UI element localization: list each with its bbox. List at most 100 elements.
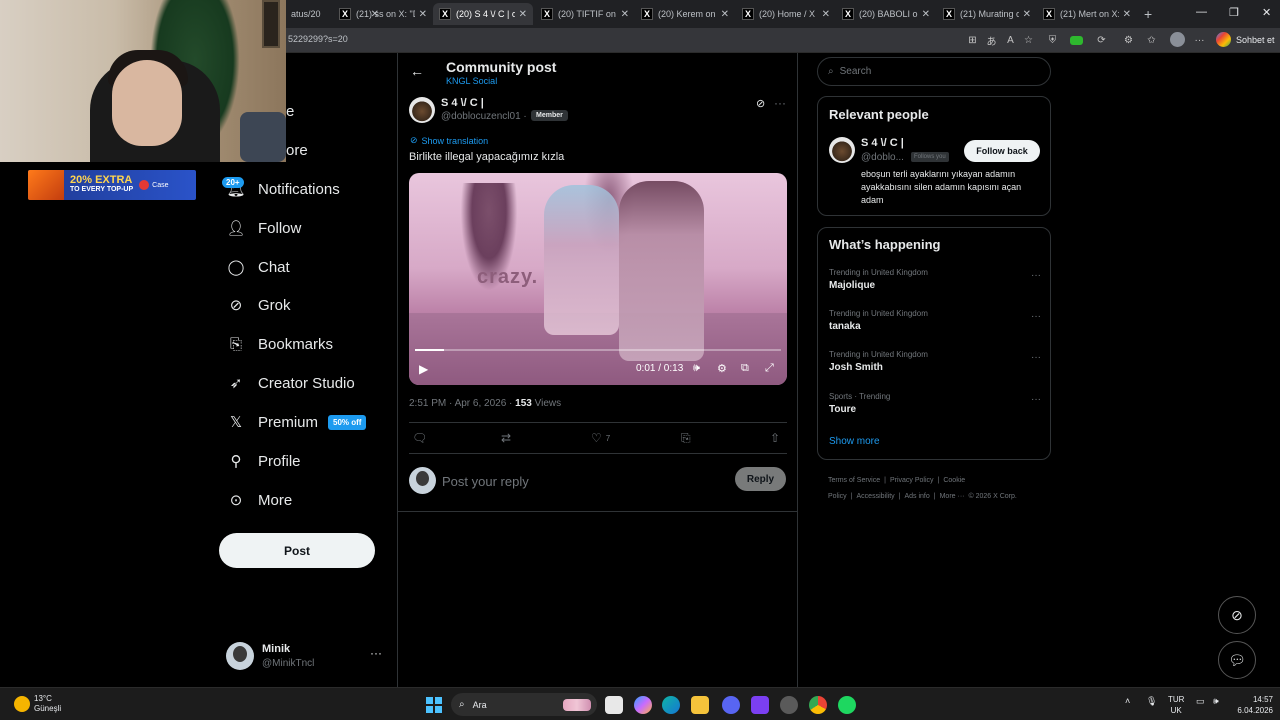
copilot-app-icon[interactable] [634,696,652,714]
media-app-icon[interactable] [751,696,769,714]
repost-icon[interactable]: ⇄ [501,431,511,445]
minimize-button[interactable]: — [1196,6,1207,18]
tab-close-icon[interactable]: ✕ [1023,9,1031,20]
tray-chevron-icon[interactable]: ˄ [1125,696,1130,706]
tab-close-icon[interactable]: ✕ [621,9,629,20]
share-icon[interactable]: ⇧ [770,431,780,445]
follow-back-button[interactable]: Follow back [964,140,1040,162]
footer-link[interactable]: Privacy Policy [890,477,934,484]
reply-icon[interactable]: 🗨 [412,431,427,445]
like-button[interactable]: ♡ 7 [591,431,610,445]
video-progress-bar[interactable] [415,349,781,351]
browser-menu-icon[interactable]: ··· [1193,34,1206,47]
taskbar-search[interactable]: ⌕ Ara [451,693,597,716]
trend-item[interactable]: Trending in United Kingdom tanaka ··· [829,309,1041,339]
tab-close-icon[interactable]: ✕ [1123,9,1131,20]
favorites-icon[interactable]: ✩ [1145,34,1158,47]
author-handle[interactable]: @doblocuzencl01 · [441,111,527,122]
account-switcher[interactable]: Minik @MinikTncl ··· [226,642,386,672]
community-link[interactable]: KNGL Social [446,76,497,86]
browser-tab[interactable]: X (20) S 4 \/ C | on X ✕ [433,3,533,25]
maximize-button[interactable]: ❐ [1229,6,1239,19]
footer-link[interactable]: More ··· [940,493,965,500]
browser-tab[interactable]: X (21) Mert on X: "J ✕ [1037,3,1137,25]
microphone-icon[interactable]: 🎙︎ [1146,696,1157,707]
browser-tab[interactable]: X (20) BABOLI on X: " ✕ [836,3,936,25]
footer-link[interactable]: Accessibility [857,493,895,500]
task-view-icon[interactable] [605,696,623,714]
settings-gear-icon[interactable]: ⚙ [717,362,727,375]
search-box[interactable]: ⌕ [817,57,1051,86]
weather-widget[interactable]: 13°C Güneşli [14,694,61,714]
performance-icon[interactable]: ⚙ [1122,34,1135,47]
sidebar-item-follow[interactable]: 👤︎ Follow [226,215,301,241]
network-icon[interactable]: ▭ [1196,696,1205,707]
chrome-icon[interactable] [809,696,827,714]
copilot-chat-button[interactable]: Sohbet et [1216,32,1275,47]
trend-more-icon[interactable]: ··· [1031,352,1041,363]
file-explorer-icon[interactable] [691,696,709,714]
extension-green-icon[interactable] [1070,36,1083,45]
extension-shield-icon[interactable]: ⛨ [1046,34,1059,47]
messages-floating-button[interactable]: 💬︎ [1218,641,1256,679]
person-name[interactable]: S 4 \/ C | [861,137,904,149]
extensions-puzzle-icon[interactable]: ⟳ [1095,34,1108,47]
nav-home-partial[interactable]: e [286,103,294,120]
author-name[interactable]: S 4 \/ C | [441,97,484,109]
nav-explore-partial[interactable]: ore [286,142,308,159]
reply-input[interactable] [442,471,722,491]
browser-tab[interactable]: X (21) Murating on ✕ [937,3,1037,25]
new-tab-button[interactable]: + [1144,6,1152,22]
post-button[interactable]: Post [219,533,375,568]
footer-link[interactable]: Terms of Service [828,477,880,484]
volume-icon[interactable]: 🕪 [1213,696,1219,707]
fullscreen-icon[interactable]: ⤢ [765,362,774,375]
search-input[interactable] [839,66,1030,77]
picture-in-picture-icon[interactable]: ⧉ [741,362,749,375]
sidebar-item-bookmarks[interactable]: ⎘ Bookmarks [226,331,333,357]
trend-more-icon[interactable]: ··· [1031,394,1041,405]
steam-icon[interactable] [780,696,798,714]
account-more-icon[interactable]: ··· [370,646,382,660]
sidebar-item-premium[interactable]: 𝕏 Premium 50% off [226,409,367,435]
bookmark-icon[interactable]: ⎘ [681,431,691,446]
show-more-link[interactable]: Show more [829,436,880,447]
trend-item[interactable]: Trending in United Kingdom Josh Smith ··· [829,350,1041,380]
grok-floating-button[interactable]: ⊘ [1218,596,1256,634]
back-arrow-icon[interactable]: ← [410,63,424,79]
sidebar-item-grok[interactable]: ⊘ Grok [226,292,291,318]
taskbar-clock[interactable]: 14:57 6.04.2026 [1233,694,1273,716]
tab-close-icon[interactable]: ✕ [419,9,427,20]
browser-tab[interactable]: X (20) Kerem on X: " ✕ [635,3,735,25]
author-avatar[interactable] [409,97,435,123]
discord-icon[interactable] [722,696,740,714]
trend-more-icon[interactable]: ··· [1031,270,1041,281]
show-translation-link[interactable]: ⊘ Show translation [410,135,488,146]
reply-button[interactable]: Reply [735,467,786,491]
tab-close-icon[interactable]: ✕ [822,9,830,20]
browser-profile-avatar[interactable] [1170,32,1185,47]
trend-item[interactable]: Trending in United Kingdom Majolique ··· [829,268,1041,298]
tab-close-icon[interactable]: ✕ [519,9,527,20]
volume-icon[interactable]: 🕪 [693,362,700,375]
sidebar-item-more[interactable]: ⊙ More [226,487,292,513]
trend-more-icon[interactable]: ··· [1031,311,1041,322]
input-language[interactable]: TUR UK [1168,694,1184,716]
footer-link[interactable]: © 2026 X Corp. [968,493,1016,500]
trend-item[interactable]: Sports · Trending Toure ··· [829,392,1041,422]
browser-tab[interactable]: X (20) TIFTIF on X: " ✕ [535,3,635,25]
grok-explain-icon[interactable]: ⊘ [756,97,765,110]
browser-tab[interactable]: X (20) Home / X ✕ [736,3,836,25]
translate-icon[interactable]: あ [985,34,998,48]
install-app-icon[interactable]: ⊞ [966,34,979,47]
video-player[interactable]: crazy. ▶ 0:01 / 0:13 🕪 ⚙ ⧉ ⤢ [409,173,787,385]
sidebar-item-profile[interactable]: ⚲ Profile [226,448,301,474]
person-handle[interactable]: @doblo... [861,152,904,163]
spotify-icon[interactable] [838,696,856,714]
edge-icon[interactable] [662,696,680,714]
close-window-button[interactable]: ✕ [1262,6,1271,19]
post-more-icon[interactable]: ··· [774,96,786,110]
post-timestamp[interactable]: 2:51 PM · Apr 6, 2026 · [409,398,512,409]
favorite-star-icon[interactable]: ☆ [1022,34,1035,47]
tab-close-icon[interactable]: ✕ [721,9,729,20]
